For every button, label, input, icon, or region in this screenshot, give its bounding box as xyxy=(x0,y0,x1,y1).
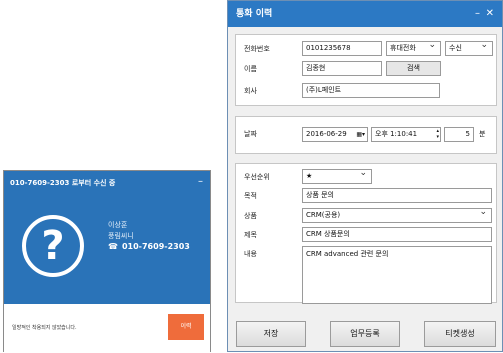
company-input[interactable]: (주)L페인트 xyxy=(302,83,440,98)
calendar-icon[interactable]: ▦▾ xyxy=(356,128,365,141)
detail-section: 우선순위 ★ 목적 상품 문의 상품 CRM(공용) 제목 CRM 상품문의 내… xyxy=(235,163,497,304)
direction-select[interactable]: 수신 xyxy=(445,41,493,56)
priority-select[interactable]: ★ xyxy=(302,169,372,184)
search-button[interactable]: 검색 xyxy=(386,61,441,76)
date-picker[interactable]: 2016-06-29 ▦▾ xyxy=(302,127,368,142)
caller-name: 이상훈 xyxy=(108,221,128,229)
product-select[interactable]: CRM(공용) xyxy=(302,208,492,223)
priority-label: 우선순위 xyxy=(244,173,270,181)
question-icon: ? xyxy=(22,215,84,277)
caller-company: 풍림씨니 xyxy=(108,232,134,240)
ticket-create-button[interactable]: 티켓생성 xyxy=(424,321,496,347)
company-label: 회사 xyxy=(244,87,257,95)
minimize-icon[interactable]: – xyxy=(198,171,203,193)
history-button[interactable]: 이력 xyxy=(168,314,204,340)
time-value: 오후 1:10:41 xyxy=(375,130,418,138)
purpose-label: 목적 xyxy=(244,192,257,200)
phone-label: 전화번호 xyxy=(244,45,270,53)
call-history-window: 통화 이력 – ✕ 전화번호 0101235678 휴대전화 수신 이름 김종현… xyxy=(227,0,503,352)
window-title: 통화 이력 xyxy=(228,1,502,27)
product-label: 상품 xyxy=(244,212,257,220)
date-label: 날짜 xyxy=(244,130,257,138)
content-label: 내용 xyxy=(244,250,257,258)
caller-phone: ☎ 010-7609-2303 xyxy=(108,242,190,251)
caller-phone-number: 010-7609-2303 xyxy=(121,242,190,251)
time-input[interactable]: 오후 1:10:41 ▴ ▾ xyxy=(371,127,441,142)
popup-title: 010-7609-2303 로부터 수신 중 xyxy=(10,179,116,187)
phone-input[interactable]: 0101235678 xyxy=(302,41,382,56)
name-input[interactable]: 김종현 xyxy=(302,61,382,76)
duration-unit: 분 xyxy=(479,130,486,138)
phone-type-select[interactable]: 휴대전화 xyxy=(386,41,441,56)
subject-label: 제목 xyxy=(244,231,257,239)
date-section: 날짜 2016-06-29 ▦▾ 오후 1:10:41 ▴ ▾ 5 분 xyxy=(235,116,497,154)
date-value: 2016-06-29 xyxy=(306,130,347,138)
contact-section: 전화번호 0101235678 휴대전화 수신 이름 김종현 검색 회사 (주)… xyxy=(235,34,497,106)
duration-input[interactable]: 5 xyxy=(444,127,474,142)
close-icon[interactable]: ✕ xyxy=(486,1,494,27)
minimize-icon[interactable]: – xyxy=(475,1,480,27)
save-button[interactable]: 저장 xyxy=(236,321,306,347)
action-bar: 저장 업무등록 티켓생성 xyxy=(228,311,502,353)
content-textarea[interactable]: CRM advanced 관련 문의 xyxy=(302,246,492,304)
purpose-input[interactable]: 상품 문의 xyxy=(302,188,492,203)
phone-icon: ☎ xyxy=(108,242,118,251)
time-spinner-icon[interactable]: ▴ ▾ xyxy=(436,128,439,140)
popup-message: 일방적인 착용되지 않았습니다. xyxy=(12,325,77,331)
name-label: 이름 xyxy=(244,65,257,73)
subject-input[interactable]: CRM 상품문의 xyxy=(302,227,492,242)
task-register-button[interactable]: 업무등록 xyxy=(330,321,400,347)
incoming-call-popup: 010-7609-2303 로부터 수신 중 – ? 이상훈 풍림씨니 ☎ 010… xyxy=(3,170,211,352)
popup-footer: 일방적인 착용되지 않았습니다. 이력 xyxy=(4,304,210,352)
